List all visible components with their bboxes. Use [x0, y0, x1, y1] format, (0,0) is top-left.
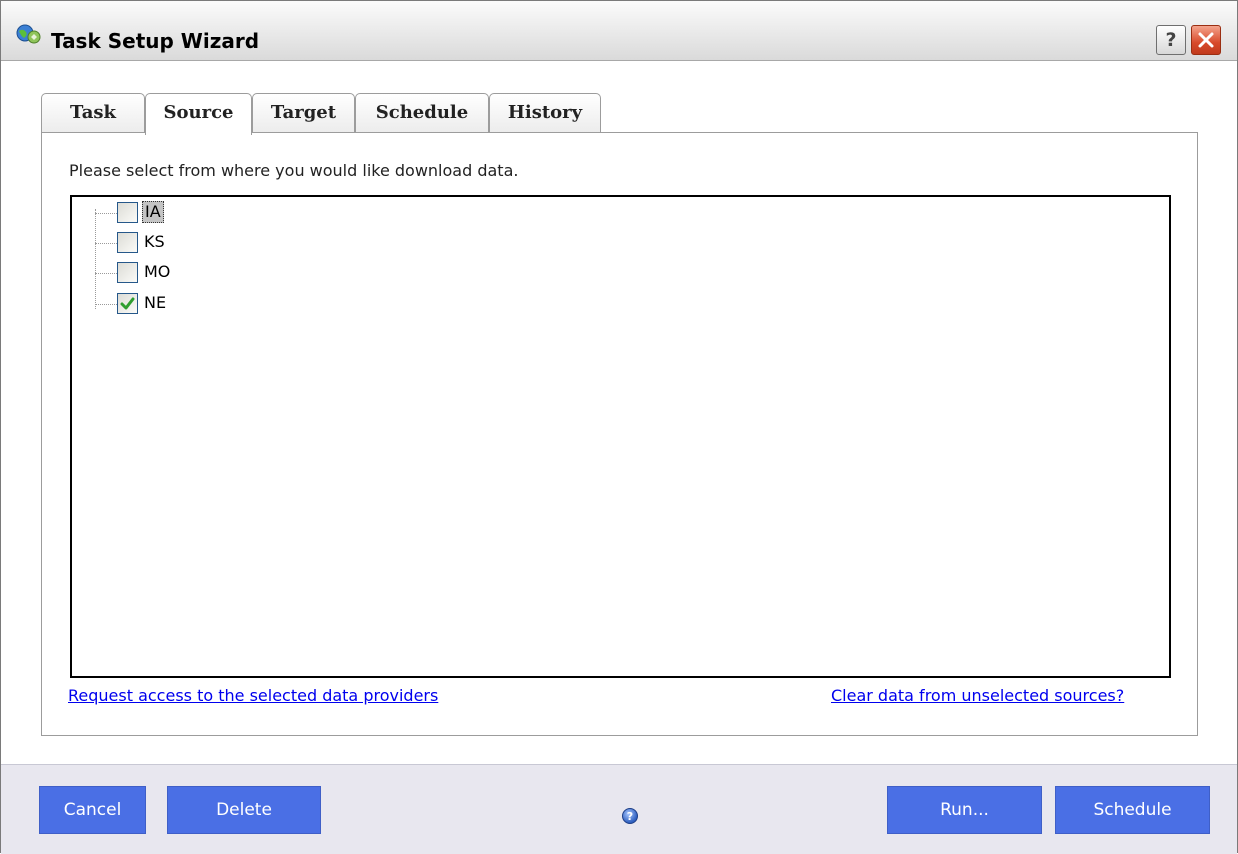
button-label: Cancel — [63, 800, 122, 820]
cancel-button[interactable]: Cancel — [39, 786, 146, 834]
clear-data-link[interactable]: Clear data from unselected sources? — [831, 686, 1124, 705]
help-title-button[interactable]: ? — [1156, 25, 1186, 55]
close-window-button[interactable] — [1191, 25, 1221, 55]
checkmark-icon — [120, 297, 135, 310]
tab-label: Source — [163, 102, 234, 123]
tab-source[interactable]: Source — [145, 93, 252, 135]
tab-task[interactable]: Task — [41, 93, 145, 133]
checkbox-ks[interactable] — [117, 232, 138, 253]
request-access-link[interactable]: Request access to the selected data prov… — [68, 686, 438, 705]
schedule-button[interactable]: Schedule — [1055, 786, 1210, 834]
tree-item-label: NE — [144, 293, 167, 312]
source-tree[interactable] — [70, 195, 1171, 678]
tree-item-mo[interactable]: MO — [95, 260, 235, 286]
button-label: Run... — [940, 800, 989, 820]
help-icon[interactable]: ? — [622, 808, 638, 824]
tab-label: Task — [70, 102, 116, 123]
tree-item-label: KS — [144, 232, 165, 251]
button-label: Schedule — [1093, 800, 1172, 820]
title-bar: Task Setup Wizard ? — [1, 1, 1237, 61]
tab-history[interactable]: History — [489, 93, 601, 133]
checkbox-ia[interactable] — [117, 202, 138, 223]
window-title: Task Setup Wizard — [51, 29, 260, 53]
checkbox-mo[interactable] — [117, 262, 138, 283]
delete-button[interactable]: Delete — [167, 786, 321, 834]
checkbox-ne[interactable] — [117, 293, 138, 314]
task-setup-wizard-window: Task Setup Wizard ? Task Source Target S… — [0, 0, 1238, 854]
button-label: Delete — [216, 800, 272, 820]
tree-item-ne[interactable]: NE — [95, 291, 235, 317]
tab-label: Target — [270, 102, 337, 123]
question-mark-icon: ? — [1165, 29, 1177, 51]
tree-item-ia[interactable]: IA — [95, 200, 235, 226]
app-globe-icon — [16, 24, 41, 44]
tree-item-label: IA — [142, 201, 164, 223]
run-button[interactable]: Run... — [887, 786, 1042, 834]
tab-schedule[interactable]: Schedule — [355, 93, 489, 133]
tab-label: History — [507, 102, 583, 123]
tab-label: Schedule — [375, 102, 469, 123]
tree-item-label: MO — [144, 262, 171, 281]
tree-item-ks[interactable]: KS — [95, 230, 235, 256]
source-prompt: Please select from where you would like … — [69, 161, 519, 180]
close-icon — [1198, 32, 1214, 48]
tab-target[interactable]: Target — [252, 93, 355, 133]
